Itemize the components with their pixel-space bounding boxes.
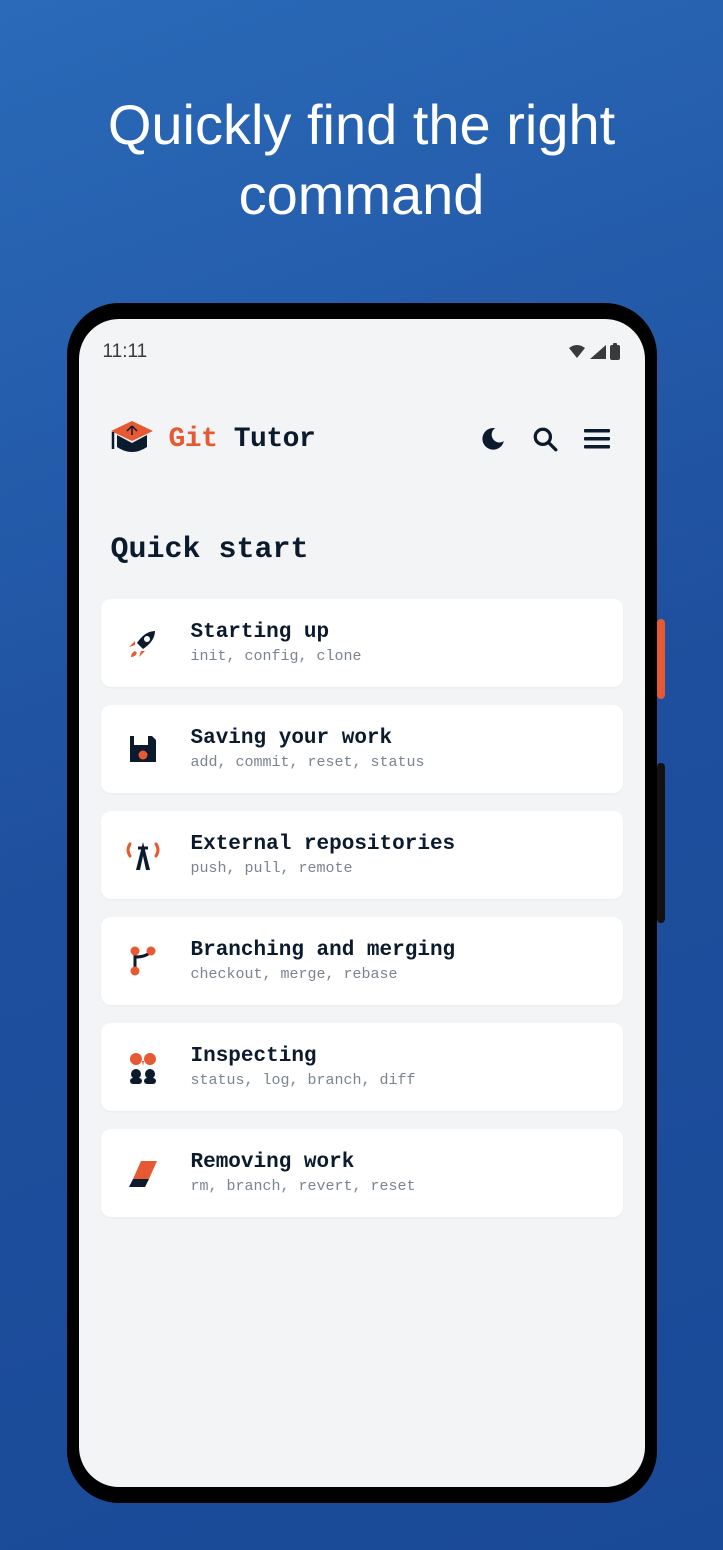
card-subtitle: rm, branch, revert, reset bbox=[191, 1178, 416, 1195]
card-subtitle: add, commit, reset, status bbox=[191, 754, 425, 771]
phone-volume-button bbox=[657, 763, 665, 923]
branch-icon bbox=[125, 943, 161, 979]
menu-button[interactable] bbox=[579, 421, 615, 457]
app-header: Git Tutor bbox=[79, 373, 645, 479]
card-list: Starting up init, config, clone Saving y… bbox=[79, 599, 645, 1217]
card-subtitle: checkout, merge, rebase bbox=[191, 966, 456, 983]
phone-frame: 11:11 Git Tutor bbox=[67, 303, 657, 1503]
card-title: External repositories bbox=[191, 833, 456, 856]
app-screen: 11:11 Git Tutor bbox=[79, 319, 645, 1487]
hero-title: Quickly find the right command bbox=[0, 90, 723, 230]
section-title: Quick start bbox=[79, 479, 645, 599]
card-external-repos[interactable]: External repositories push, pull, remote bbox=[101, 811, 623, 899]
card-saving-work[interactable]: Saving your work add, commit, reset, sta… bbox=[101, 705, 623, 793]
card-title: Inspecting bbox=[191, 1045, 416, 1068]
card-title: Saving your work bbox=[191, 727, 425, 750]
dark-mode-button[interactable] bbox=[475, 421, 511, 457]
phone-power-button bbox=[657, 619, 665, 699]
battery-icon bbox=[609, 343, 621, 361]
brand-tutor: Tutor bbox=[234, 424, 316, 455]
inspect-icon bbox=[124, 1050, 162, 1084]
save-icon bbox=[126, 732, 160, 766]
status-time: 11:11 bbox=[103, 341, 148, 363]
card-title: Removing work bbox=[191, 1151, 416, 1174]
card-removing-work[interactable]: Removing work rm, branch, revert, reset bbox=[101, 1129, 623, 1217]
card-inspecting[interactable]: Inspecting status, log, branch, diff bbox=[101, 1023, 623, 1111]
rocket-icon bbox=[125, 625, 161, 661]
card-title: Branching and merging bbox=[191, 939, 456, 962]
status-bar: 11:11 bbox=[79, 319, 645, 373]
cell-signal-icon bbox=[589, 344, 607, 360]
wifi-icon bbox=[567, 344, 587, 360]
card-subtitle: init, config, clone bbox=[191, 648, 362, 665]
grad-cap-icon bbox=[109, 419, 155, 459]
erase-icon bbox=[125, 1157, 161, 1189]
card-title: Starting up bbox=[191, 621, 362, 644]
app-logo[interactable]: Git Tutor bbox=[109, 419, 459, 459]
search-icon bbox=[532, 426, 558, 452]
card-subtitle: push, pull, remote bbox=[191, 860, 456, 877]
card-starting-up[interactable]: Starting up init, config, clone bbox=[101, 599, 623, 687]
brand-git: Git bbox=[169, 424, 218, 455]
antenna-icon bbox=[124, 838, 162, 872]
card-branching[interactable]: Branching and merging checkout, merge, r… bbox=[101, 917, 623, 1005]
moon-icon bbox=[480, 426, 506, 452]
hamburger-icon bbox=[584, 429, 610, 449]
card-subtitle: status, log, branch, diff bbox=[191, 1072, 416, 1089]
search-button[interactable] bbox=[527, 421, 563, 457]
